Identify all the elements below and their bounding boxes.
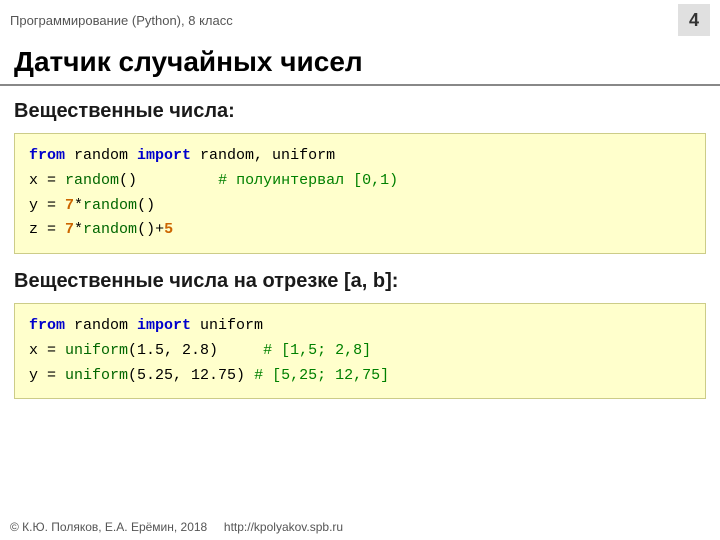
kw-import2: import <box>137 317 191 334</box>
func-random3: random <box>83 221 137 238</box>
section2-heading: Вещественные числа на отрезке [a, b]: <box>0 264 720 299</box>
comment-3: # [5,25; 12,75] <box>254 367 389 384</box>
num-7a: 7 <box>65 197 74 214</box>
kw-import: import <box>137 147 191 164</box>
slide-number: 4 <box>678 4 710 36</box>
code-line-4: z = 7*random()+5 <box>29 218 691 243</box>
code-line-3: y = 7*random() <box>29 194 691 219</box>
code-line-2: x = random() # полуинтервал [0,1) <box>29 169 691 194</box>
func-uniform2: uniform <box>65 367 128 384</box>
course-label: Программирование (Python), 8 класс <box>10 13 233 28</box>
num-7b: 7 <box>65 221 74 238</box>
kw-from: from <box>29 147 65 164</box>
section1-heading: Вещественные числа: <box>0 94 720 129</box>
code-line-6: x = uniform(1.5, 2.8) # [1,5; 2,8] <box>29 339 691 364</box>
code-line-7: y = uniform(5.25, 12.75) # [5,25; 12,75] <box>29 364 691 389</box>
code-line-1: from random import random, uniform <box>29 144 691 169</box>
comment-1: # полуинтервал [0,1) <box>218 172 398 189</box>
footer-authors: © К.Ю. Поляков, Е.А. Ерёмин, 2018 <box>10 520 207 534</box>
code-block-2: from random import uniform x = uniform(1… <box>14 303 706 399</box>
code-line-5: from random import uniform <box>29 314 691 339</box>
func-random2: random <box>83 197 137 214</box>
func-uniform1: uniform <box>65 342 128 359</box>
num-5: 5 <box>164 221 173 238</box>
comment-2: # [1,5; 2,8] <box>263 342 371 359</box>
footer: © К.Ю. Поляков, Е.А. Ерёмин, 2018 http:/… <box>10 520 343 534</box>
page-title: Датчик случайных чисел <box>0 40 720 86</box>
footer-url: http://kpolyakov.spb.ru <box>224 520 343 534</box>
func-random: random <box>65 172 119 189</box>
header: Программирование (Python), 8 класс 4 <box>0 0 720 40</box>
code-block-1: from random import random, uniform x = r… <box>14 133 706 254</box>
kw-from2: from <box>29 317 65 334</box>
